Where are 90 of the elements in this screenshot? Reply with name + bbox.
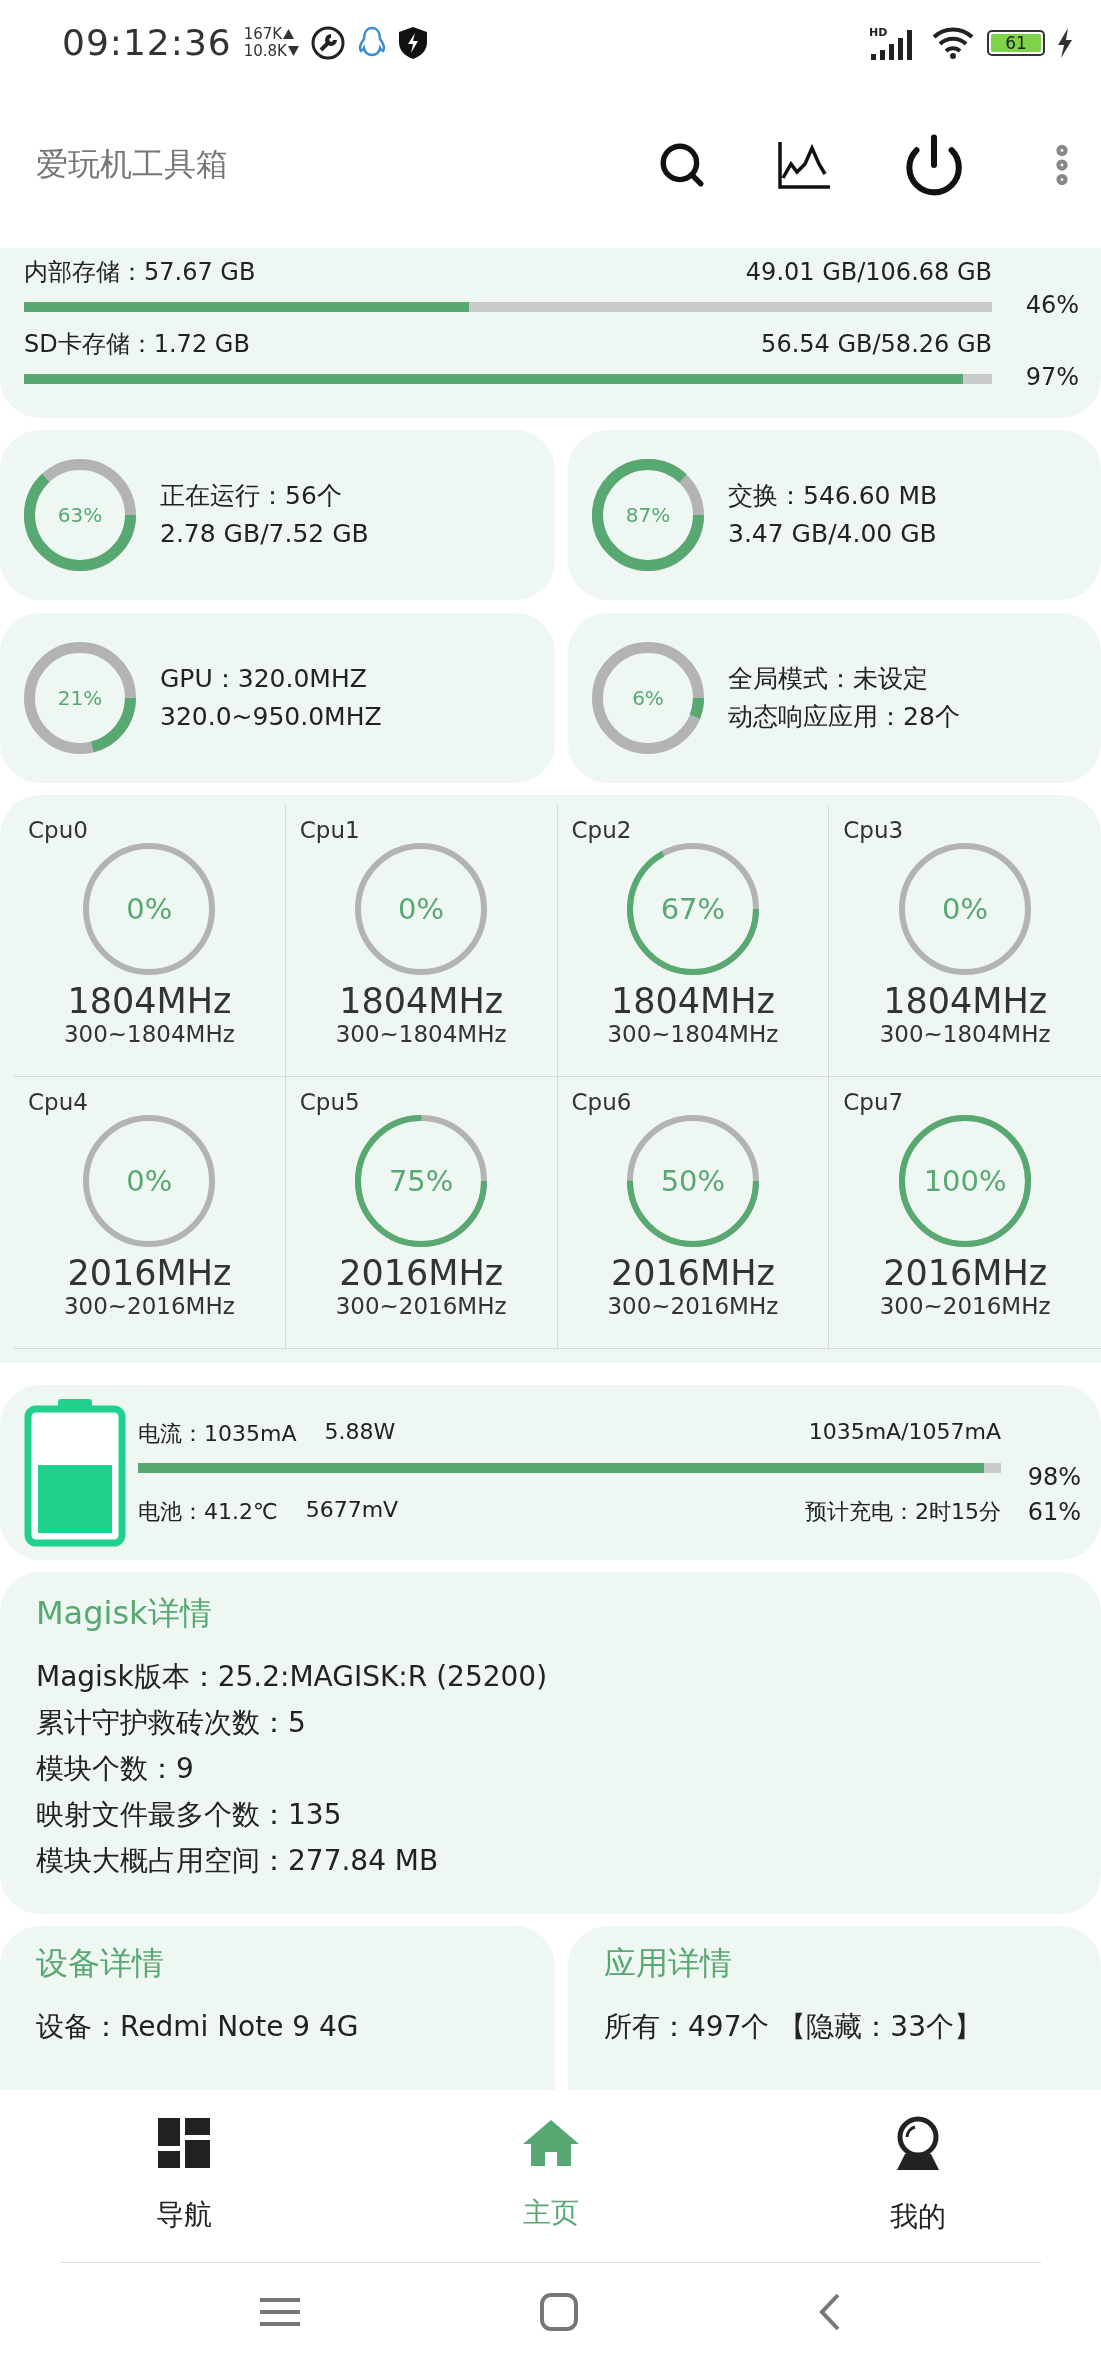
cpu-name: Cpu6 <box>571 1089 632 1115</box>
frequency-range: 300~2016MHz <box>63 1293 235 1319</box>
detail-line: 模块大概占用空间：277.84 MB <box>36 1843 440 1879</box>
cpu-name: Cpu1 <box>299 817 360 843</box>
storage-usage: 49.01 GB/106.68 GB <box>745 258 992 286</box>
cpu-frequency: 1804MHz <box>883 981 1048 1021</box>
charging-icon <box>1057 27 1073 58</box>
card-title: Magisk详情 <box>36 1593 213 1634</box>
percent-label: 50% <box>660 1164 726 1198</box>
power-text: 5.88W <box>324 1418 396 1446</box>
cpu-frequency: 1804MHz <box>67 981 232 1021</box>
percent-label: 63% <box>57 503 103 527</box>
storage-usage: 56.54 GB/58.26 GB <box>761 330 992 358</box>
frequency-range: 300~2016MHz <box>607 1293 779 1319</box>
cpu-name: Cpu5 <box>299 1089 360 1115</box>
nav-tab[interactable]: 导航 <box>0 2090 367 2262</box>
home-icon <box>522 2120 579 2166</box>
dashboard-icon <box>157 2118 210 2168</box>
cpu-frequency: 2016MHz <box>67 1253 232 1293</box>
stat-text: 320.0~950.0MHZ <box>160 701 382 733</box>
percent-label: 75% <box>388 1164 454 1198</box>
cpu-frequency: 2016MHz <box>883 1253 1048 1293</box>
up-arrow-icon <box>283 29 295 39</box>
clock: 09:12:36 <box>62 22 232 63</box>
storage-percent: 97% <box>1024 362 1080 391</box>
stat-text: 2.78 GB/7.52 GB <box>160 518 369 550</box>
percent-label: 87% <box>625 503 671 527</box>
percent-label: 0% <box>126 1164 173 1198</box>
nav-tab[interactable]: 我的 <box>734 2090 1101 2262</box>
wrench-icon <box>310 25 345 60</box>
detail-line: 模块个数：9 <box>36 1751 195 1787</box>
wifi-icon <box>931 25 975 60</box>
percent-label: 6% <box>632 686 664 710</box>
detail-line: 设备：Redmi Note 9 4G <box>36 2009 360 2045</box>
percent-label: 67% <box>660 892 726 926</box>
battery-level: 61 <box>991 33 1041 52</box>
network-label: HD <box>869 25 888 39</box>
percent-label: 0% <box>942 892 989 926</box>
chart-icon[interactable] <box>777 140 831 190</box>
stat-text: 动态响应应用：28个 <box>728 701 960 733</box>
cpu-name: Cpu7 <box>843 1089 904 1115</box>
frequency-range: 300~1804MHz <box>63 1021 235 1047</box>
detail-line: 所有：497个 【隐藏：33个】 <box>604 2009 983 2045</box>
frequency-range: 300~2016MHz <box>879 1293 1051 1319</box>
frequency-range: 300~1804MHz <box>879 1021 1051 1047</box>
cpu-name: Cpu3 <box>843 817 904 843</box>
charge-time: 预计充电：2时15分 <box>805 1497 1001 1526</box>
stat-text: 交换：546.60 MB <box>728 480 938 512</box>
frequency-range: 300~1804MHz <box>607 1021 779 1047</box>
cpu-frequency: 2016MHz <box>610 1253 775 1293</box>
cpu-frequency: 1804MHz <box>339 981 504 1021</box>
app-title: 爱玩机工具箱 <box>36 144 229 185</box>
charge-percent: 61% <box>1026 1497 1081 1526</box>
back-icon[interactable] <box>817 2292 842 2332</box>
current-ratio: 1035mA/1057mA <box>808 1418 1001 1446</box>
cpu-name: Cpu2 <box>571 817 632 843</box>
temperature-text: 电池：41.2℃ <box>138 1497 278 1526</box>
voltage-text: 5677mV <box>305 1496 399 1524</box>
upload-speed: 167K <box>243 25 283 43</box>
detail-line: Magisk版本：25.2:MAGISK:R (25200) <box>36 1659 549 1695</box>
cpu-name: Cpu0 <box>28 817 88 843</box>
storage-label: SD卡存储：1.72 GB <box>24 329 250 360</box>
stat-text: 全局模式：未设定 <box>728 663 929 695</box>
detail-line: 累计守护救砖次数：5 <box>36 1705 307 1741</box>
frequency-range: 300~1804MHz <box>335 1021 507 1047</box>
down-arrow-icon <box>287 46 299 56</box>
percent-label: 0% <box>398 892 445 926</box>
card-title: 设备详情 <box>36 1943 165 1984</box>
detail-line: 映射文件最多个数：135 <box>36 1797 343 1833</box>
webcam-icon <box>894 2116 941 2170</box>
shield-icon <box>398 26 427 59</box>
percent-label: 100% <box>923 1164 1007 1198</box>
current-percent: 98% <box>1026 1462 1081 1491</box>
cpu-name: Cpu4 <box>28 1089 88 1115</box>
frequency-range: 300~2016MHz <box>335 1293 507 1319</box>
cpu-frequency: 1804MHz <box>610 981 775 1021</box>
storage-percent: 46% <box>1024 290 1080 319</box>
stat-text: GPU：320.0MHZ <box>160 663 368 695</box>
percent-label: 21% <box>57 686 103 710</box>
stat-text: 正在运行：56个 <box>160 480 343 512</box>
menu-icon[interactable] <box>259 2297 300 2327</box>
cpu-frequency: 2016MHz <box>339 1253 504 1293</box>
card-title: 应用详情 <box>604 1943 733 1984</box>
storage-label: 内部存储：57.67 GB <box>24 257 256 288</box>
percent-label: 0% <box>126 892 173 926</box>
home-square-icon[interactable] <box>538 2292 579 2332</box>
stat-text: 3.47 GB/4.00 GB <box>728 518 938 550</box>
download-speed: 10.8K <box>243 42 287 60</box>
current-text: 电流：1035mA <box>138 1419 297 1448</box>
battery-icon <box>24 1398 126 1547</box>
